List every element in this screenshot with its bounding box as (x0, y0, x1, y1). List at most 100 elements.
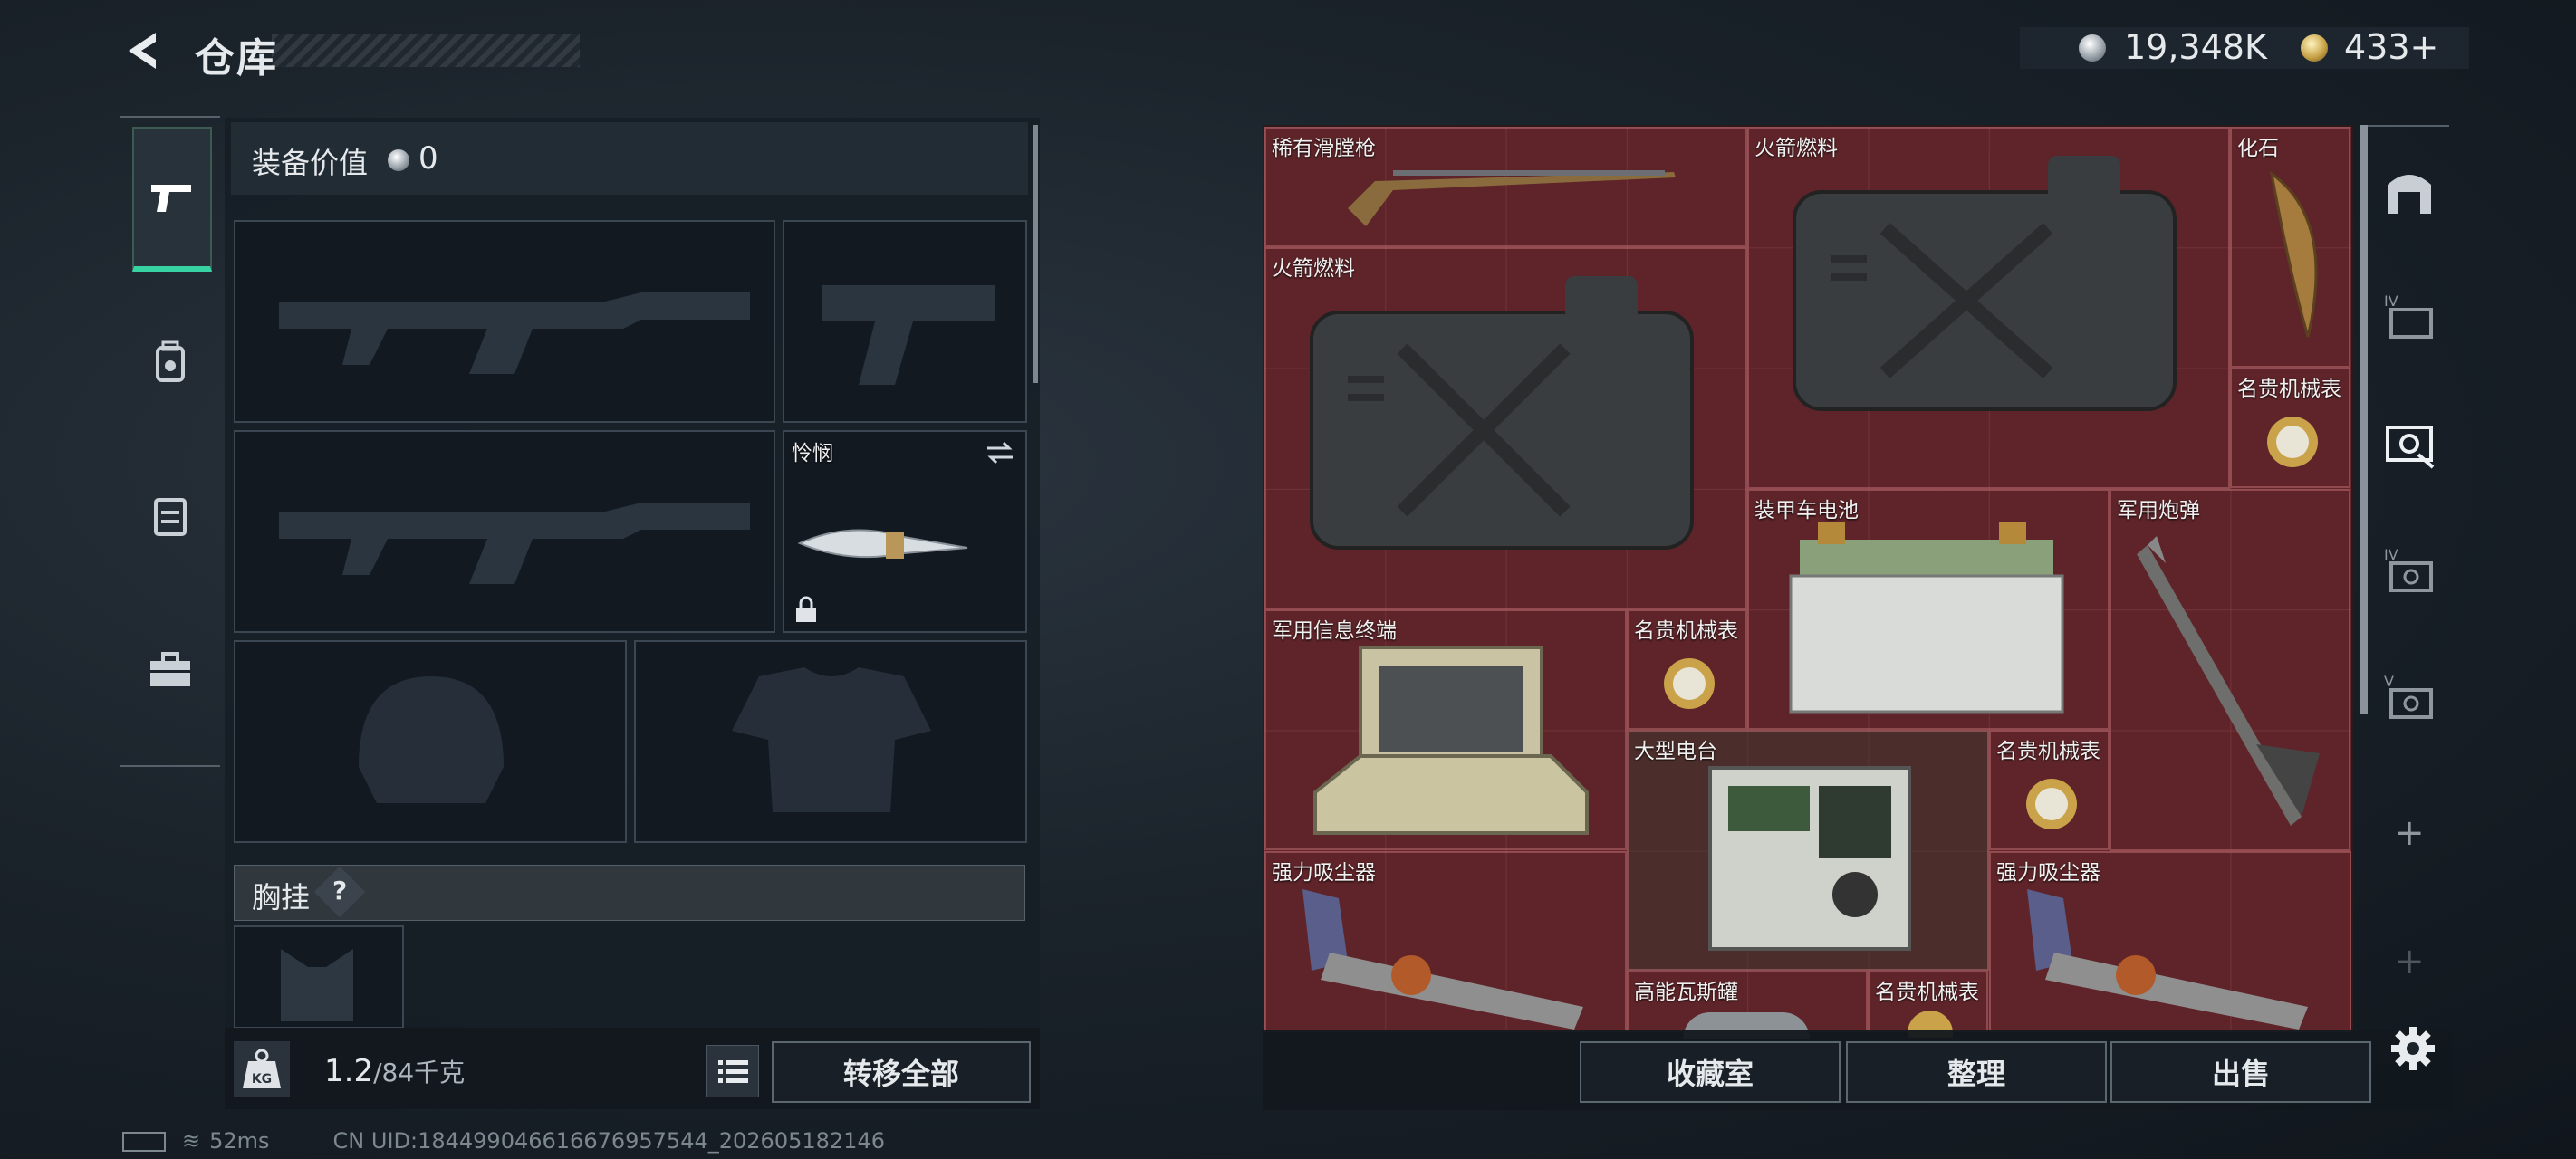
svg-text:IV: IV (2384, 292, 2398, 310)
tab-weapons[interactable] (132, 127, 212, 272)
tab-storage-home[interactable] (2380, 161, 2438, 219)
list-view-button[interactable] (706, 1045, 759, 1097)
item-name: 化石 (2237, 137, 2279, 160)
item-name: 军用炮弹 (2117, 499, 2200, 522)
list-icon (718, 1060, 748, 1083)
transfer-all-button[interactable]: 转移全部 (772, 1041, 1031, 1103)
body-armor-silhouette-icon (732, 667, 931, 812)
storage-item[interactable]: 装甲车电池 (1747, 489, 2110, 730)
terminal-case-icon (1313, 646, 1589, 835)
fuel-can-icon (1310, 276, 1694, 550)
storage-item[interactable]: 名贵机械表 (1989, 730, 2110, 850)
armor-slot[interactable] (634, 640, 1027, 843)
chest-rig-silhouette-icon (281, 949, 353, 1021)
back-button[interactable] (120, 27, 167, 74)
weight-icon: KG (234, 1041, 290, 1097)
weight-readout: 1.2/84千克 (324, 1053, 465, 1089)
storage-item[interactable]: 名贵机械表 (1868, 971, 1988, 1038)
ping-value: 52ms (209, 1128, 270, 1154)
storage-item[interactable]: 化石 (2230, 127, 2350, 368)
tab-storage-active[interactable] (2380, 415, 2438, 473)
tab-storage-4b[interactable]: IV (2380, 541, 2438, 599)
silver-coin-icon (2079, 34, 2106, 62)
fossil-claw-icon (2269, 170, 2318, 338)
secondary-weapon-slot[interactable] (234, 430, 775, 633)
storage-item[interactable]: 名贵机械表 (2230, 368, 2350, 488)
watch-icon (2267, 417, 2318, 467)
storage-item[interactable]: 火箭燃料 (1747, 127, 2230, 489)
status-bar: ≋ 52ms CN UID:1844990466166769575​44_20260… (122, 1128, 885, 1154)
helmet-silhouette-icon (359, 676, 504, 803)
item-name: 名贵机械表 (1875, 981, 1979, 1004)
gold-coin-icon (2301, 34, 2328, 62)
item-name: 装甲车电池 (1754, 499, 1859, 522)
gold-amount[interactable]: 433+ (2344, 27, 2438, 67)
storage-item[interactable]: 强力吸尘器 (1264, 851, 1627, 1032)
storage-item[interactable]: 军用信息终端 (1264, 609, 1627, 850)
safe-box-icon: IV (2384, 546, 2433, 592)
weight-max: /84千克 (373, 1058, 466, 1087)
add-storage-button[interactable]: + (2380, 804, 2438, 862)
uid-text: CN UID:1844990466166769575​44_2026051821… (332, 1128, 885, 1154)
sell-button[interactable]: 出售 (2110, 1041, 2371, 1103)
tab-backpack[interactable] (132, 290, 208, 435)
gear-icon (2391, 1027, 2435, 1070)
storage-grid[interactable]: 稀有滑膛枪 火箭燃料 化石 火箭燃料 名贵机械表 装甲车电池 军用炮弹 军用信息… (1263, 125, 2353, 1039)
item-name: 名贵机械表 (2237, 378, 2341, 401)
wifi-icon: ≋ (182, 1128, 201, 1154)
toolbox-icon (150, 652, 190, 686)
help-icon: ? (332, 876, 348, 905)
storage-item[interactable]: 高能瓦斯罐 (1627, 971, 1868, 1039)
melee-name: 怜悯 (792, 442, 833, 465)
silver-coin-icon (388, 149, 409, 171)
collection-room-button[interactable]: 收藏室 (1580, 1041, 1841, 1103)
organize-button[interactable]: 整理 (1846, 1041, 2107, 1103)
sidearm-slot[interactable] (783, 220, 1027, 423)
swap-icon[interactable] (984, 439, 1016, 466)
storage-item[interactable]: 稀有滑膛枪 (1264, 127, 1747, 247)
loadout-scrollbar[interactable] (1033, 125, 1038, 383)
vest-icon (154, 498, 187, 536)
equip-value-label: 装备价值 (252, 146, 369, 180)
tab-toolbox[interactable] (132, 598, 208, 742)
item-name: 高能瓦斯罐 (1634, 981, 1738, 1004)
tab-storage-5[interactable]: V (2380, 668, 2438, 726)
storage-item[interactable]: 强力吸尘器 (1989, 851, 2351, 1032)
svg-text:V: V (2384, 673, 2394, 690)
melee-slot[interactable]: 怜悯 (783, 430, 1027, 633)
storage-scrollbar[interactable] (2360, 125, 2368, 714)
tab-storage-4[interactable]: IV (2380, 288, 2438, 346)
vacuum-cleaner-icon (2027, 889, 2308, 1030)
page-title: 仓库 (195, 35, 278, 81)
title-decoration (272, 34, 580, 67)
storage-case-icon: IV (2384, 292, 2433, 339)
knife-icon (797, 529, 968, 559)
plus-icon: + (2394, 941, 2425, 982)
storage-item[interactable]: 火箭燃料 (1264, 247, 1747, 609)
helmet-slot[interactable] (234, 640, 627, 843)
silver-amount[interactable]: 19,348K (2124, 27, 2267, 67)
watch-icon (2026, 779, 2077, 829)
pistol-silhouette-icon (822, 285, 995, 385)
weight-current: 1.2 (324, 1053, 374, 1089)
storage-item[interactable]: 大型电台 (1627, 730, 1989, 971)
fuel-can-icon (1793, 156, 2177, 411)
warehouse-icon (2388, 175, 2431, 214)
equip-value: 0 (418, 140, 438, 177)
battery-icon (1789, 522, 2064, 714)
back-arrow-icon (129, 33, 156, 69)
plus-icon: + (2394, 812, 2425, 854)
svg-text:IV: IV (2384, 546, 2398, 563)
svg-text:KG: KG (252, 1072, 272, 1087)
backpack-icon (156, 340, 185, 382)
pistol-icon (151, 185, 191, 212)
rifle-silhouette-icon (279, 503, 750, 584)
primary-weapon-slot[interactable] (234, 220, 775, 423)
add-storage-button-disabled[interactable]: + (2380, 933, 2438, 991)
tab-vest[interactable] (132, 444, 208, 589)
storage-item[interactable]: 名贵机械表 (1627, 609, 1747, 730)
item-name: 名贵机械表 (1996, 740, 2100, 763)
chest-rig-slot[interactable] (234, 925, 404, 1029)
settings-button[interactable] (2388, 1023, 2438, 1074)
storage-item[interactable]: 军用炮弹 (2110, 489, 2350, 851)
